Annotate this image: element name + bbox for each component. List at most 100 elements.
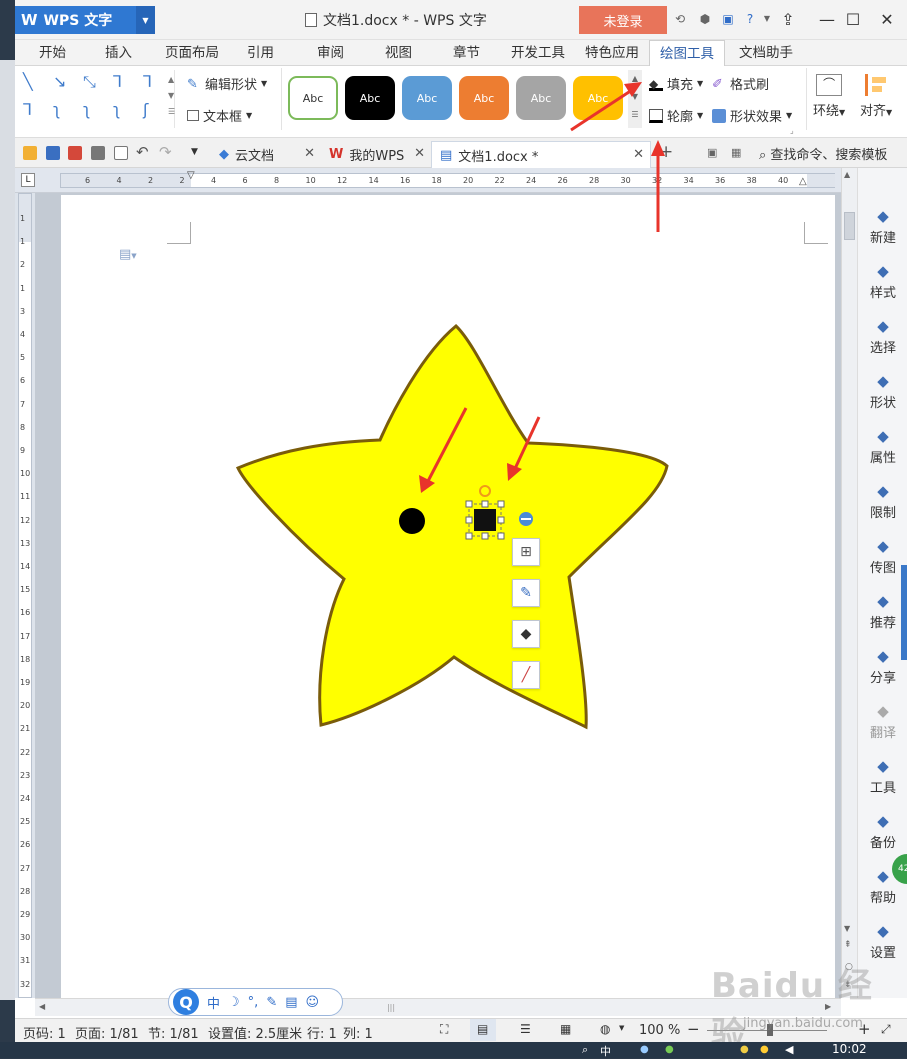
tab-cloud-docs[interactable]: ◆ 云文档 ✕ (211, 141, 321, 168)
fill-bucket-button[interactable]: ◆ (512, 620, 540, 648)
menu-chapter[interactable]: 章节 (443, 40, 490, 66)
status-setting[interactable]: 设置值: 2.5厘米 (208, 1023, 302, 1042)
left-eye-shape[interactable] (399, 508, 425, 534)
shape-style-3[interactable]: Abc (402, 76, 452, 120)
clipboard-icon[interactable]: ▤ (285, 995, 297, 1010)
app-menu-button[interactable]: W WPS 文字 (15, 6, 136, 34)
sidebar-item-shape[interactable]: ◆ 形状 (858, 373, 907, 411)
export-pdf-icon[interactable] (68, 146, 82, 160)
close-button[interactable]: ✕ (874, 8, 900, 32)
open-folder-icon[interactable] (23, 146, 37, 160)
sidebar-item-recommend[interactable]: ◆ 推荐 (858, 593, 907, 631)
shape-style-2[interactable]: Abc (345, 76, 395, 120)
star-shape[interactable] (235, 323, 669, 730)
sidebar-item-property[interactable]: ◆ 属性 (858, 428, 907, 466)
align-button[interactable]: 对齐▼ (860, 74, 892, 119)
help-caret-icon[interactable]: ▼ (759, 11, 775, 27)
menu-drawing-tools[interactable]: 绘图工具 (649, 40, 725, 67)
horizontal-ruler[interactable]: L 6 4 2 2 4 6 8 10 12 14 16 18 20 22 24 26 28 30 32 34 36 38 4… (15, 168, 841, 193)
close-tab-icon[interactable]: ✕ (414, 146, 425, 161)
emoji-icon[interactable]: ☺ (306, 995, 320, 1010)
format-painter-button[interactable]: ✐ 格式刷 (712, 74, 769, 94)
quick-access-dropdown-icon[interactable]: ▼ (191, 147, 198, 157)
ime-toolbar[interactable]: Q 中 ☽ °, ✎ ▤ ☺ (168, 988, 343, 1016)
double-arrow-icon[interactable]: ⤡ (83, 72, 96, 92)
dialog-launcher-icon[interactable]: ⌟ (790, 126, 794, 135)
moon-icon[interactable]: ☽ (228, 995, 240, 1010)
text-box-button[interactable]: 文本框 ▼ (187, 106, 252, 125)
elbow-double-arrow-icon[interactable]: ⅂ (23, 100, 32, 119)
sidebar-item-select[interactable]: ◆ 选择 (858, 318, 907, 356)
line-icon[interactable]: ╲ (23, 72, 33, 91)
zoom-level[interactable]: 100 % (639, 1023, 680, 1038)
tray-cloud-icon[interactable]: ● (760, 1044, 769, 1055)
feedback-icon[interactable]: ▣ (720, 11, 736, 27)
menu-developer[interactable]: 开发工具 (501, 40, 575, 66)
vertical-scrollbar[interactable]: ▲ ▼ ⇞ ○ ⇟ (841, 168, 857, 998)
sidebar-item-upload-image[interactable]: ◆ 传图 (858, 538, 907, 576)
outline-view-icon[interactable]: ☰ (520, 1022, 531, 1036)
menu-insert[interactable]: 插入 (95, 40, 142, 66)
shape-style-4[interactable]: Abc (459, 76, 509, 120)
fill-button[interactable]: ◆ 填充 ▼ (649, 74, 703, 93)
view-caret-icon[interactable]: ▼ (619, 1024, 624, 1032)
sidebar-item-translate[interactable]: ◆ 翻译 (858, 703, 907, 741)
tray-network-icon[interactable]: ● (640, 1044, 649, 1055)
shape-style-5[interactable]: Abc (516, 76, 566, 120)
right-indent-marker-icon[interactable]: △ (799, 176, 807, 187)
fullscreen-icon[interactable]: ⛶ (440, 1022, 448, 1037)
app-menu-caret-icon[interactable]: ▼ (136, 6, 155, 34)
maximize-button[interactable]: ☐ (840, 8, 866, 32)
print-icon[interactable] (91, 146, 105, 160)
shape-style-6[interactable]: Abc (573, 76, 623, 120)
tab-my-wps[interactable]: W 我的WPS ✕ (321, 141, 431, 168)
search-command-box[interactable]: ⌕ 查找命令、搜索模板 (759, 144, 887, 163)
login-button[interactable]: 未登录 (579, 6, 667, 34)
sidebar-item-restrict[interactable]: ◆ 限制 (858, 483, 907, 521)
close-tab-icon[interactable]: ✕ (304, 146, 315, 161)
freeform-icon[interactable]: ʃ (143, 100, 148, 119)
indent-marker-icon[interactable]: ▽ (187, 170, 195, 181)
gallery-scroll-icon[interactable]: ▲ ▼ ☰ (168, 72, 175, 120)
save-icon[interactable] (46, 146, 60, 160)
tray-warning-icon[interactable]: ● (740, 1044, 749, 1055)
tray-app-icon[interactable]: ● (665, 1044, 674, 1055)
connector-shapes-gallery[interactable]: ╲ ↘ ⤡ ⅂ ⅂ ⅂ ʅ ʅ ʅ ʃ (21, 70, 175, 128)
tab-list-icon[interactable]: ▦ (731, 146, 741, 159)
scroll-thumb[interactable] (844, 212, 855, 240)
edit-shape-button[interactable]: ✎ 编辑形状 ▼ (187, 74, 267, 94)
scroll-thumb-h[interactable]: ||| (371, 1003, 411, 1012)
sync-icon[interactable]: ⟲ (672, 11, 688, 27)
sidebar-item-share[interactable]: ◆ 分享 (858, 648, 907, 686)
menu-special-apps[interactable]: 特色应用 (575, 40, 649, 66)
punctuation-icon[interactable]: °, (248, 995, 259, 1010)
tray-ime-icon[interactable]: 中 (600, 1043, 611, 1059)
curved-connector-icon[interactable]: ʅ (53, 100, 60, 119)
menu-reference[interactable]: 引用 (237, 40, 284, 66)
protect-view-icon[interactable]: ◍ (600, 1022, 610, 1036)
wrench-icon[interactable]: ✎ (266, 995, 277, 1010)
elbow-connector-icon[interactable]: ⅂ (113, 72, 122, 91)
tab-document1[interactable]: ▤ 文档1.docx * ✕ (431, 141, 651, 168)
print-preview-icon[interactable] (114, 146, 128, 160)
shape-style-1[interactable]: Abc (288, 76, 338, 120)
curved-double-arrow-icon[interactable]: ʅ (113, 100, 120, 119)
tray-search-icon[interactable]: ⌕ (582, 1043, 588, 1057)
ime-language[interactable]: 中 (207, 993, 220, 1012)
pin-icon[interactable]: ▣ (707, 146, 717, 159)
tray-volume-icon[interactable]: ◀ (785, 1043, 793, 1056)
sidebar-item-new-doc[interactable]: ◆ 新建 (858, 208, 907, 246)
sidebar-item-backup[interactable]: ◆ 备份 (858, 813, 907, 851)
menu-review[interactable]: 审阅 (307, 40, 354, 66)
help-menu-icon[interactable]: ? (742, 11, 758, 27)
close-tab-icon[interactable]: ✕ (633, 147, 644, 162)
line-color-button[interactable]: ╱ (512, 661, 540, 689)
minimize-button[interactable]: — (814, 8, 840, 32)
sidebar-item-toolbox[interactable]: ◆ 工具 (858, 758, 907, 796)
new-tab-icon[interactable]: + (659, 142, 673, 162)
edge-handle[interactable] (901, 565, 907, 660)
skin-icon[interactable]: ⬢ (697, 11, 713, 27)
sidebar-item-style[interactable]: ◆ 样式 (858, 263, 907, 301)
menu-start[interactable]: 开始 (29, 40, 76, 66)
redo-icon[interactable]: ↷ (159, 143, 172, 161)
